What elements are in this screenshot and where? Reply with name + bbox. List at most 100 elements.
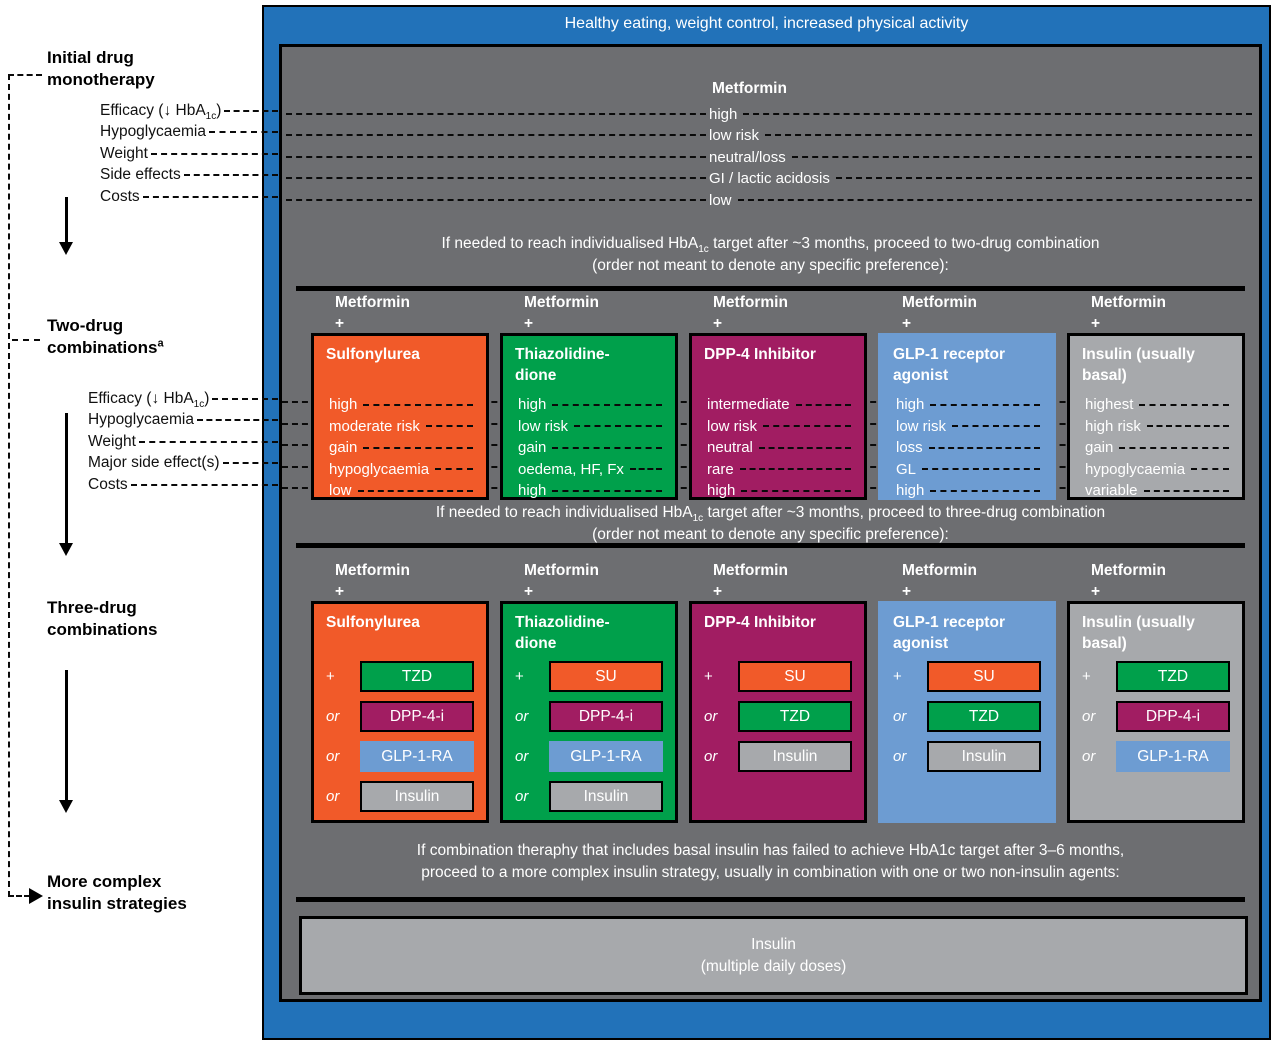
mono-row-side-effects: GI / lactic acidosis: [286, 167, 1255, 189]
metformin-header: Metformin+: [689, 292, 867, 334]
option-dpp4i: DPP-4-i: [360, 701, 474, 732]
drug-title: GLP-1 receptoragonist: [893, 612, 1041, 661]
dotted-line: [143, 196, 278, 198]
two-drug-heading: Two-drug combinationsa: [47, 315, 197, 359]
dotted-line: [574, 425, 662, 427]
dotted-line: [151, 153, 278, 155]
dotted-line: [286, 199, 706, 201]
dotted-line: [358, 490, 473, 492]
down-arrow-head: [59, 543, 73, 556]
dotted-line: [796, 404, 851, 406]
mono-label-side-effects: Side effects: [100, 164, 281, 186]
metformin-header: Metformin+: [878, 560, 1056, 602]
dotted-line: [139, 441, 278, 443]
dotted-line: [930, 490, 1040, 492]
two-drug-box-insulin-basal: Insulin (usuallybasal) highest high risk…: [1067, 333, 1245, 500]
complex-insulin-heading: More complex insulin strategies: [47, 871, 212, 915]
dotted-line: [552, 490, 662, 492]
dotted-line: [426, 425, 473, 427]
dotted-line: [286, 156, 706, 158]
metformin-header: Metformin+: [500, 292, 678, 334]
dotted-line: [435, 468, 473, 470]
dotted-line: [630, 468, 662, 470]
combo-label-costs: Costs: [88, 474, 281, 496]
three-drug-heading: Three-drug combinations: [47, 597, 197, 641]
dotted-line: [131, 484, 278, 486]
drug-title: DPP-4 Inhibitor: [704, 612, 852, 661]
three-drug-box-glp1-agonist: GLP-1 receptoragonist +SU orTZD orInsuli…: [878, 601, 1056, 823]
dashed-stage-line: [8, 74, 10, 897]
down-arrow-head: [59, 800, 73, 813]
two-drug-box-dpp4-inhibitor: DPP-4 Inhibitor intermediate low risk ne…: [689, 333, 867, 500]
option-glp1ra: GLP-1-RA: [360, 741, 474, 772]
three-drug-box-dpp4-inhibitor: DPP-4 Inhibitor +SU orTZD orInsulin: [689, 601, 867, 823]
dotted-line: [930, 404, 1040, 406]
initial-monotherapy-heading: Initial drug monotherapy: [47, 47, 182, 91]
metformin-header: Metformin+: [500, 560, 678, 602]
mono-label-hypoglycaemia: Hypoglycaemia: [100, 121, 281, 143]
option-tzd: TZD: [1116, 661, 1230, 692]
dotted-line: [212, 398, 278, 400]
dotted-line: [363, 404, 473, 406]
banner-title: Healthy eating, weight control, increase…: [262, 15, 1271, 33]
metformin-header: Metformin+: [311, 560, 489, 602]
two-drug-box-sulfonylurea: Sulfonylurea high moderate risk gain hyp…: [311, 333, 489, 500]
metformin-header: Metformin+: [1067, 292, 1245, 334]
option-glp1ra: GLP-1-RA: [549, 741, 663, 772]
dotted-line: [1191, 468, 1229, 470]
dotted-line: [741, 490, 851, 492]
dotted-line: [836, 177, 1252, 179]
dotted-line: [929, 447, 1040, 449]
dotted-line: [552, 447, 662, 449]
drug-title: Sulfonylurea: [326, 612, 474, 661]
dotted-line: [197, 419, 278, 421]
dotted-line: [743, 113, 1252, 115]
drug-title: GLP-1 receptoragonist: [893, 344, 1043, 394]
option-insulin: Insulin: [927, 741, 1041, 772]
option-dpp4i: DPP-4-i: [549, 701, 663, 732]
down-arrow-line: [65, 670, 68, 802]
dashed-connector: [8, 895, 30, 897]
option-tzd: TZD: [738, 701, 852, 732]
metformin-mono-title: Metformin: [712, 80, 787, 98]
metformin-header: Metformin+: [689, 560, 867, 602]
two-drug-box-row: Sulfonylurea high moderate risk gain hyp…: [311, 333, 1245, 500]
dotted-line: [922, 468, 1040, 470]
dotted-line: [223, 462, 278, 464]
two-drug-prompt: If needed to reach individualised HbA1c …: [282, 233, 1259, 277]
option-su: SU: [549, 661, 663, 692]
metformin-header: Metformin+: [878, 292, 1056, 334]
dotted-line: [759, 447, 851, 449]
option-su: SU: [927, 661, 1041, 692]
combo-label-hypoglycaemia: Hypoglycaemia: [88, 409, 281, 431]
option-glp1ra: GLP-1-RA: [1116, 741, 1230, 772]
drug-title: Thiazolidine-dione: [515, 612, 663, 661]
dotted-line: [952, 425, 1040, 427]
option-dpp4i: DPP-4-i: [1116, 701, 1230, 732]
combo-label-major-side-effects: Major side effect(s): [88, 452, 281, 474]
three-drug-box-row: Sulfonylurea +TZD orDPP-4-i orGLP-1-RA o…: [311, 601, 1245, 823]
option-insulin: Insulin: [549, 781, 663, 812]
three-drug-prompt: If needed to reach individualised HbA1c …: [282, 502, 1259, 546]
three-drug-box-insulin-basal: Insulin (usuallybasal) +TZD orDPP-4-i or…: [1067, 601, 1245, 823]
dotted-line: [363, 447, 473, 449]
right-arrow-head: [29, 888, 43, 904]
option-insulin: Insulin: [360, 781, 474, 812]
dotted-line: [763, 425, 851, 427]
dotted-line: [286, 113, 706, 115]
insulin-multiple-daily-doses-box: Insulin (multiple daily doses): [299, 916, 1248, 995]
mono-row-hypoglycaemia: low risk: [286, 124, 1255, 146]
drug-title: Sulfonylurea: [326, 344, 476, 394]
dotted-line: [738, 199, 1252, 201]
down-arrow-line: [65, 413, 68, 545]
mono-row-costs: low: [286, 189, 1255, 211]
therapy-algorithm-figure: Healthy eating, weight control, increase…: [0, 0, 1280, 1044]
combo-label-weight: Weight: [88, 431, 281, 453]
dotted-line: [1139, 404, 1229, 406]
dotted-line: [765, 134, 1252, 136]
down-arrow-head: [59, 242, 73, 255]
mono-label-efficacy: Efficacy (↓ HbA1c): [100, 100, 281, 122]
dotted-line: [552, 404, 662, 406]
section-rule: [296, 543, 1245, 548]
drug-title: Thiazolidine-dione: [515, 344, 665, 394]
